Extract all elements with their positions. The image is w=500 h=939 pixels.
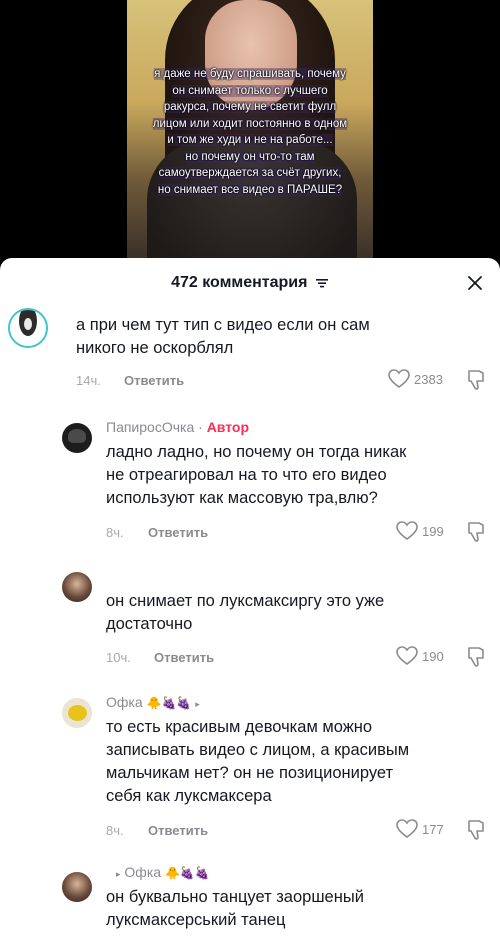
- heart-icon: [396, 819, 418, 838]
- username-emojis: 🐥🍇🍇: [164, 866, 210, 880]
- reply-button[interactable]: Ответить: [124, 373, 184, 388]
- comment-text: луксмаксерський танец: [106, 911, 286, 929]
- dislike-button[interactable]: [466, 646, 486, 673]
- reply-button[interactable]: Ответить: [148, 823, 208, 838]
- thumbs-down-icon: [468, 647, 484, 667]
- video-preview[interactable]: я даже не буду спрашивать, почему он сни…: [0, 0, 500, 258]
- like-count: 199: [422, 523, 444, 539]
- avatar[interactable]: [62, 698, 92, 728]
- thumbs-down-icon: [468, 522, 484, 542]
- comment-text: записывать видео с лицом, а красивым: [106, 741, 410, 759]
- comment-time: 14ч.: [76, 373, 101, 388]
- like-button[interactable]: 199: [396, 521, 444, 541]
- like-count: 190: [422, 648, 444, 664]
- comment-text: используют как массовую тра,влю?: [106, 489, 378, 507]
- dislike-button[interactable]: [466, 819, 486, 846]
- reply-item: ПапиросОчка · Автор ладно ладно, но поче…: [0, 413, 500, 553]
- comment-text: он снимает по луксмаксиргу это уже: [106, 592, 385, 610]
- comment-username[interactable]: Офка: [106, 694, 143, 710]
- reply-button[interactable]: Ответить: [148, 525, 208, 540]
- thumbs-down-icon: [468, 370, 484, 390]
- comment-time: 8ч.: [106, 525, 124, 540]
- avatar[interactable]: [62, 572, 92, 602]
- avatar[interactable]: [62, 872, 92, 902]
- comment-text: никого не оскорблял: [76, 339, 234, 357]
- comments-sheet: 472 комментария а при чем тут тип с виде…: [0, 258, 500, 939]
- arrow-right-icon: ▸: [116, 869, 121, 879]
- comment-text: достаточно: [106, 615, 193, 633]
- comment-text: а при чем тут тип с видео если он сам: [76, 316, 370, 334]
- thumbs-down-icon: [468, 820, 484, 840]
- comment-username[interactable]: ПапиросОчка: [106, 419, 194, 435]
- comments-title: 472 комментария: [0, 274, 500, 292]
- like-count: 2383: [414, 371, 443, 387]
- filter-icon[interactable]: [315, 277, 329, 289]
- comment-text: не отреагировал на то что его видео: [106, 466, 387, 484]
- comment-text: то есть красивым девочкам можно: [106, 718, 373, 736]
- avatar[interactable]: [62, 423, 92, 453]
- heart-icon: [396, 646, 418, 665]
- reply-to-username[interactable]: Офка: [124, 864, 161, 880]
- video-overlay-caption: я даже не буду спрашивать, почему он сни…: [152, 68, 348, 196]
- comment-text: он буквально танцует заоршеный: [106, 888, 364, 906]
- author-badge: Автор: [206, 419, 249, 435]
- like-count: 177: [422, 821, 444, 837]
- dislike-button[interactable]: [466, 521, 486, 548]
- reply-button[interactable]: Ответить: [154, 650, 214, 665]
- like-button[interactable]: 177: [396, 819, 444, 839]
- comment-time: 10ч.: [106, 650, 131, 665]
- comment-item: а при чем тут тип с видео если он сам ни…: [0, 298, 500, 398]
- heart-icon: [388, 369, 410, 388]
- like-button[interactable]: 2383: [388, 369, 443, 389]
- comment-time: 8ч.: [106, 823, 124, 838]
- like-button[interactable]: 190: [396, 646, 444, 666]
- reply-item: он снимает по луксмаксиргу это уже доста…: [0, 570, 500, 680]
- arrow-right-icon: ▸: [195, 699, 200, 709]
- reply-item: Офка 🐥🍇🍇 ▸ то есть красивым девочкам мож…: [0, 690, 500, 850]
- reply-item: ▸ Офка 🐥🍇🍇 он буквально танцует заоршены…: [0, 858, 500, 939]
- close-button[interactable]: [462, 270, 488, 296]
- username-emojis: 🐥🍇🍇: [146, 696, 192, 710]
- dislike-button[interactable]: [466, 369, 486, 396]
- comment-text: ладно ладно, но почему он тогда никак: [106, 443, 407, 461]
- avatar[interactable]: [8, 308, 48, 348]
- comment-text: мальчикам нет? он не позиционирует: [106, 764, 394, 782]
- heart-icon: [396, 521, 418, 540]
- close-icon: [468, 276, 482, 290]
- comment-text: себя как луксмаксера: [106, 787, 272, 805]
